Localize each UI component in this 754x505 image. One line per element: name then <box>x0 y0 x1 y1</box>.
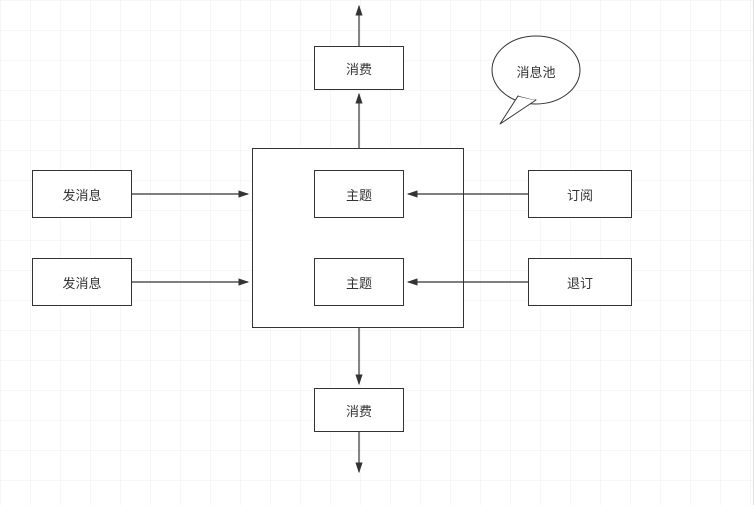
box-consume-bottom-label: 消费 <box>346 401 372 420</box>
box-unsubscribe: 退订 <box>528 258 632 306</box>
box-topic-1-label: 主题 <box>346 185 372 204</box>
box-subscribe: 订阅 <box>528 170 632 218</box>
box-subscribe-label: 订阅 <box>567 185 593 204</box>
box-consume-top-label: 消费 <box>346 59 372 78</box>
box-send-message-1: 发消息 <box>32 170 132 218</box>
box-consume-top: 消费 <box>314 46 404 90</box>
box-send-message-2: 发消息 <box>32 258 132 306</box>
speech-bubble-message-pool: 消息池 <box>488 34 584 126</box>
box-send-message-1-label: 发消息 <box>62 185 101 204</box>
box-topic-2: 主题 <box>314 258 404 306</box>
box-topic-1: 主题 <box>314 170 404 218</box>
diagram-canvas: 消费 消费 发消息 发消息 主题 主题 订阅 退订 消息池 <box>0 0 754 505</box>
box-send-message-2-label: 发消息 <box>62 273 101 292</box>
speech-bubble-label: 消息池 <box>488 62 584 81</box>
box-consume-bottom: 消费 <box>314 388 404 432</box>
box-unsubscribe-label: 退订 <box>567 273 593 292</box>
box-topic-2-label: 主题 <box>346 273 372 292</box>
